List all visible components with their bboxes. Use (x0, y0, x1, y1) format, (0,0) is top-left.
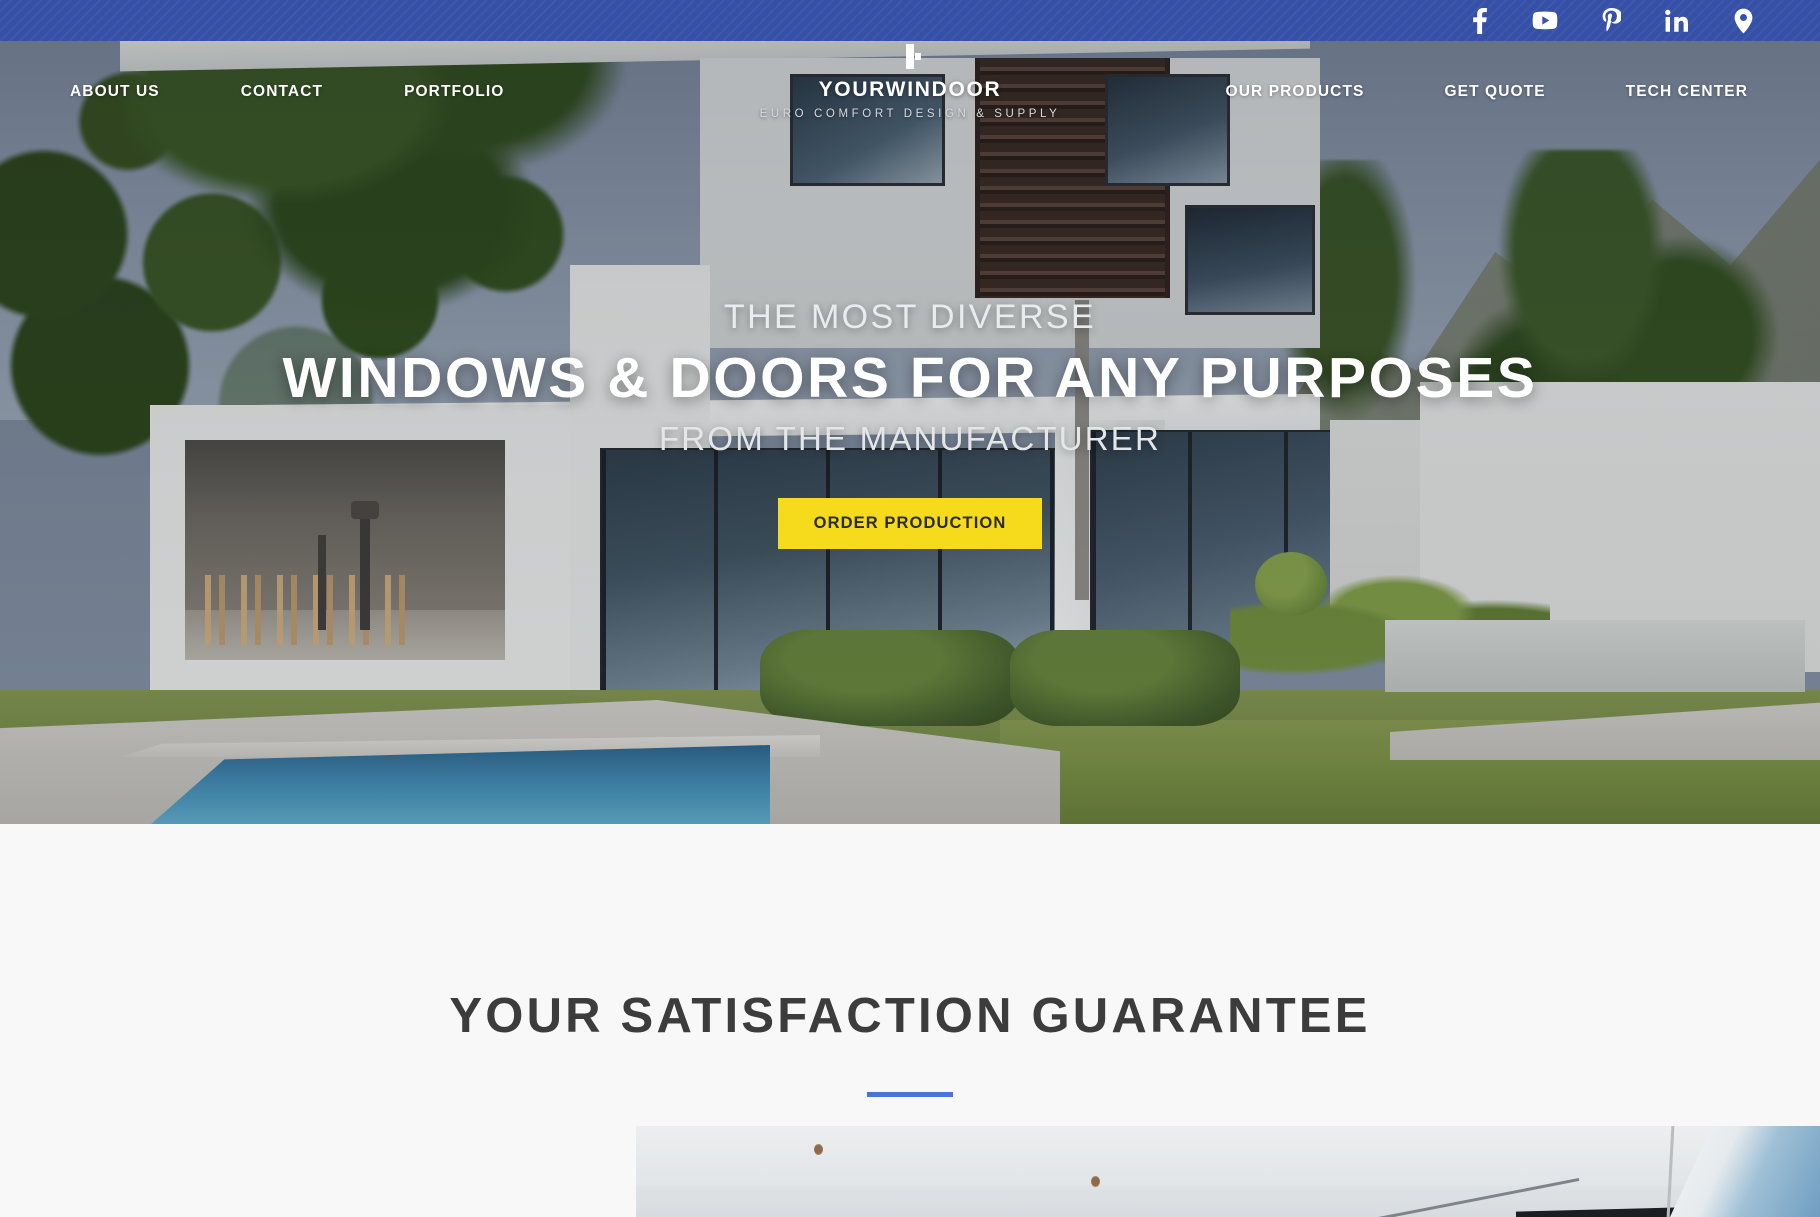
nav-right-group: OUR PRODUCTS GET QUOTE TECH CENTER (1146, 41, 1748, 101)
nav-item-contact[interactable]: CONTACT (241, 83, 323, 101)
nav-left-group: ABOUT US CONTACT PORTFOLIO (70, 41, 585, 101)
photo-interior-ceiling (636, 1126, 1820, 1186)
nav-item-portfolio[interactable]: PORTFOLIO (404, 83, 504, 101)
photo-ceiling-spotlight-1 (814, 1144, 823, 1155)
pinterest-icon[interactable] (1578, 0, 1644, 41)
window-frame-icon (906, 44, 921, 69)
nav-item-tech-center[interactable]: TECH CENTER (1626, 83, 1748, 101)
hero-kicker: THE MOST DIVERSE (723, 298, 1097, 336)
order-production-button[interactable]: ORDER PRODUCTION (777, 498, 1043, 549)
linkedin-icon[interactable] (1644, 0, 1710, 41)
hero-subheadline: FROM THE MANUFACTURER (658, 420, 1162, 457)
location-pin-icon[interactable] (1710, 0, 1776, 41)
nav-item-our-products[interactable]: OUR PRODUCTS (1226, 83, 1365, 101)
nav-item-get-quote[interactable]: GET QUOTE (1444, 83, 1545, 101)
facebook-icon[interactable] (1446, 0, 1512, 41)
top-social-bar (0, 0, 1820, 41)
section-title: YOUR SATISFACTION GUARANTEE (449, 989, 1371, 1043)
site-logo[interactable]: YOURWINDOOR EURO COMFORT DESIGN & SUPPLY (700, 44, 1120, 120)
hero-headline: WINDOWS & DOORS FOR ANY PURPOSES (282, 346, 1538, 410)
interior-photo (636, 1126, 1820, 1217)
logo-tagline: EURO COMFORT DESIGN & SUPPLY (759, 108, 1061, 120)
nav-item-about-us[interactable]: ABOUT US (70, 83, 160, 101)
youtube-icon[interactable] (1512, 0, 1578, 41)
photo-ceiling-spotlight-2 (1091, 1176, 1100, 1187)
section-accent-divider (867, 1092, 953, 1097)
logo-wordmark: YOURWINDOOR (818, 78, 1002, 101)
